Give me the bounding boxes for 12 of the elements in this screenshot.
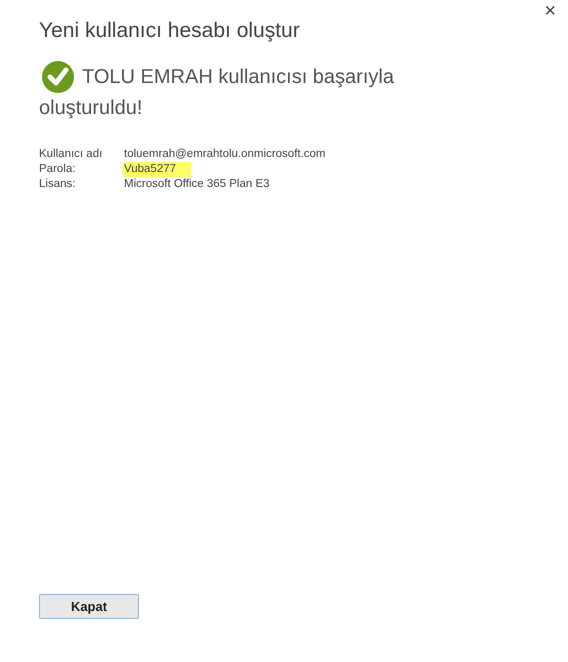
detail-label: Parola: [39,162,76,178]
close-button[interactable]: × [540,1,560,21]
detail-value: Vuba5277 [123,162,191,178]
success-message: oluşturuldu! [39,96,144,122]
success-message: TOLU EMRAH kullanıcısı başarıyla [82,65,394,90]
detail-label: Kullanıcı adı [39,147,104,162]
detail-value: Microsoft Office 365 Plan E3 [124,177,271,192]
check-icon [42,61,74,94]
detail-label: Lisans: [39,177,76,192]
close-dialog-button[interactable]: Kapat [39,594,139,619]
detail-value: toluemrah@emrahtolu.onmicrosoft.com [124,147,326,162]
dialog-title: Yeni kullanıcı hesabı oluştur [39,18,301,44]
